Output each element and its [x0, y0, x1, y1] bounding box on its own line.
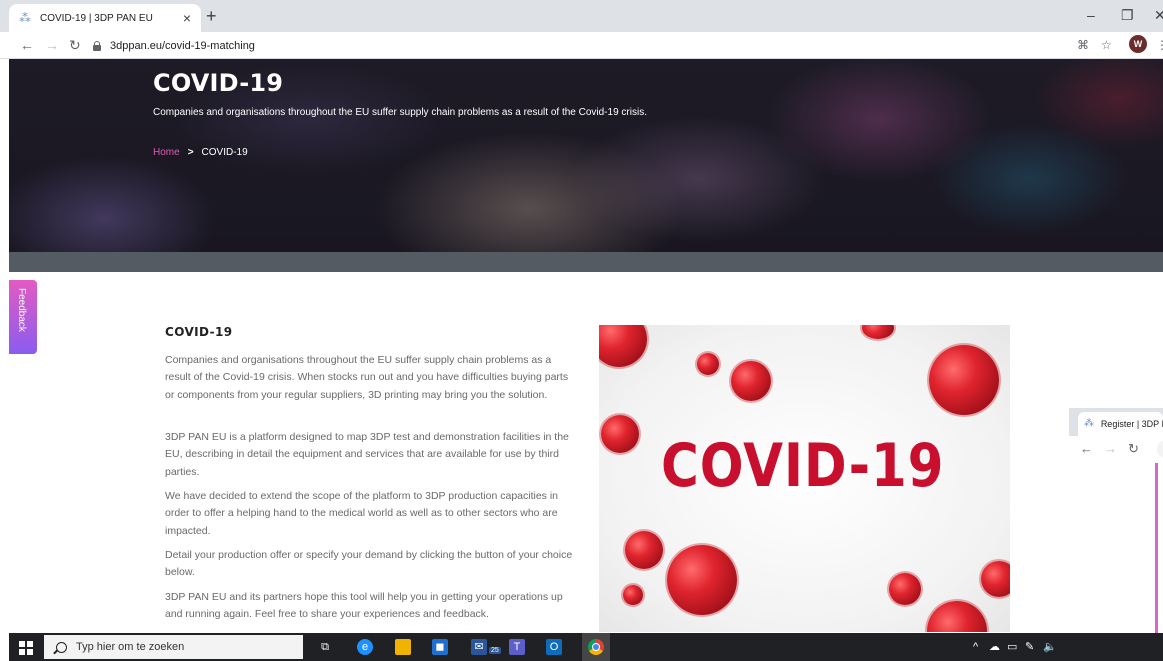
- breadcrumb-separator-icon: >: [187, 147, 194, 158]
- restore-button[interactable]: ❐: [1121, 6, 1134, 24]
- secondary-browser-window[interactable]: ⁂ Register | 3DP I ← → ↻: [1069, 408, 1163, 633]
- url-text: 3dppan.eu/covid-19-matching: [110, 39, 255, 52]
- covid-image-text: COVID-19: [661, 431, 945, 501]
- virus-icon: [927, 601, 987, 632]
- virus-icon: [599, 325, 647, 367]
- chevron-up-icon[interactable]: ^: [973, 640, 978, 654]
- site-favicon-icon: ⁂: [19, 11, 31, 25]
- taskbar-search-input[interactable]: Typ hier om te zoeken: [44, 635, 303, 659]
- translate-icon[interactable]: ⌘: [1077, 37, 1089, 53]
- avatar[interactable]: W: [1129, 35, 1147, 53]
- reload-icon[interactable]: ↻: [1128, 441, 1139, 457]
- new-tab-button[interactable]: +: [206, 6, 217, 26]
- back-arrow-icon[interactable]: ←: [1080, 441, 1093, 456]
- mail-badge: 25: [489, 647, 501, 654]
- star-icon[interactable]: ☆: [1101, 37, 1112, 53]
- virus-icon: [625, 531, 663, 569]
- secondary-page-accent-bar: [1155, 463, 1158, 633]
- secondary-tab-title: Register | 3DP I: [1100, 419, 1163, 429]
- file-explorer-icon[interactable]: [395, 639, 411, 655]
- article-title: COVID-19: [165, 325, 233, 339]
- breadcrumb-current: COVID-19: [201, 147, 248, 158]
- minimize-button[interactable]: –: [1087, 6, 1095, 24]
- address-bar: ← → ↻ 3dppan.eu/covid-19-matching ⌘ ☆ ⋮: [0, 32, 1163, 59]
- windows-start-icon[interactable]: [19, 641, 33, 655]
- tab-close-icon[interactable]: ×: [183, 11, 191, 25]
- onedrive-icon[interactable]: ☁: [989, 640, 1000, 654]
- search-icon: [56, 641, 67, 653]
- virus-icon: [601, 415, 639, 453]
- article-paragraph: 3DP PAN EU is a platform designed to map…: [165, 431, 569, 478]
- back-arrow-icon[interactable]: ←: [20, 36, 34, 54]
- covid-illustration: COVID-19: [599, 325, 1010, 632]
- hero-subtitle: Companies and organisations throughout t…: [153, 107, 647, 118]
- pen-icon[interactable]: ✎: [1025, 640, 1034, 654]
- url-field[interactable]: 3dppan.eu/covid-19-matching: [92, 35, 1062, 56]
- network-icon[interactable]: ▭: [1007, 640, 1017, 654]
- lock-icon: [92, 40, 102, 51]
- hero-bottom-band: [9, 252, 1163, 272]
- breadcrumb-home-link[interactable]: Home: [153, 147, 180, 158]
- taskbar-search-placeholder: Typ hier om te zoeken: [76, 641, 185, 653]
- secondary-url-field[interactable]: [1157, 440, 1163, 458]
- virus-icon: [889, 573, 921, 605]
- browser-tab-active[interactable]: ⁂ COVID-19 | 3DP PAN EU ×: [9, 4, 201, 32]
- menu-icon[interactable]: ⋮: [1156, 37, 1163, 53]
- virus-icon: [981, 561, 1010, 597]
- virus-icon: [697, 353, 719, 375]
- virus-icon: [731, 361, 771, 401]
- page-title: COVID-19: [153, 69, 284, 97]
- virus-icon: [623, 585, 643, 605]
- chrome-icon[interactable]: [588, 639, 604, 655]
- forward-arrow-icon[interactable]: →: [1104, 441, 1117, 456]
- forward-arrow-icon[interactable]: →: [45, 36, 59, 54]
- tab-title: COVID-19 | 3DP PAN EU: [40, 12, 153, 24]
- article-paragraph: 3DP PAN EU and its partners hope this to…: [165, 591, 563, 621]
- browser-tab-bar: ⁂ COVID-19 | 3DP PAN EU × + – ❐ ✕: [0, 0, 1163, 32]
- virus-icon: [667, 545, 737, 615]
- outlook-icon[interactable]: O: [546, 639, 562, 655]
- virus-icon: [929, 345, 999, 415]
- hero-banner: COVID-19 Companies and organisations thr…: [9, 59, 1163, 252]
- edge-icon[interactable]: e: [357, 639, 373, 655]
- virus-icon: [862, 325, 894, 339]
- store-icon[interactable]: ◼: [432, 639, 448, 655]
- task-view-icon[interactable]: ⧉: [317, 639, 333, 655]
- feedback-label: Feedback: [16, 288, 27, 332]
- volume-icon[interactable]: 🔈: [1043, 640, 1057, 654]
- windows-taskbar: Typ hier om te zoeken ⧉ e ◼ ✉ 25 T O ^ ☁…: [9, 633, 1163, 661]
- breadcrumb: Home > COVID-19: [153, 147, 248, 158]
- teams-icon[interactable]: T: [509, 639, 525, 655]
- secondary-browser-tab[interactable]: ⁂ Register | 3DP I: [1078, 412, 1163, 436]
- site-favicon-icon: ⁂: [1084, 418, 1094, 429]
- article-paragraph: Detail your production offer or specify …: [165, 549, 573, 579]
- article-paragraph: Companies and organisations throughout t…: [165, 354, 569, 401]
- article-paragraph: We have decided to extend the scope of t…: [165, 490, 559, 537]
- reload-icon[interactable]: ↻: [69, 36, 81, 54]
- mail-icon[interactable]: ✉: [471, 639, 487, 655]
- close-window-button[interactable]: ✕: [1154, 6, 1163, 24]
- feedback-tab[interactable]: Feedback: [9, 280, 37, 354]
